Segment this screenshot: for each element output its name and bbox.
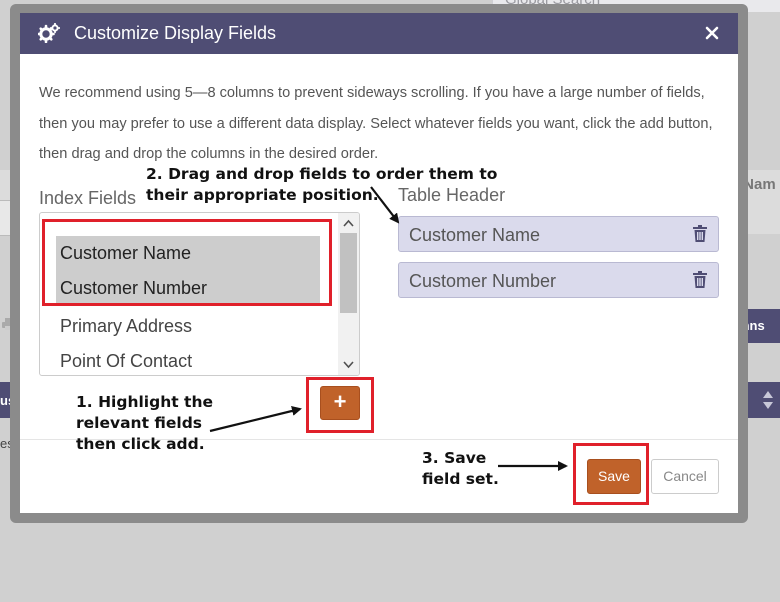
arrow-to-add-button — [209, 406, 302, 433]
annotation-step-3: 3. Save field set. — [422, 448, 499, 490]
annotation-line: field set. — [422, 470, 499, 488]
annotation-line: their appropriate position. — [146, 186, 379, 204]
annotation-line: 1. Highlight the — [76, 393, 214, 411]
annotation-step-1: 1. Highlight the relevant fields then cl… — [76, 392, 213, 455]
annotation-line: 2. Drag and drop fields to order them to — [146, 165, 498, 183]
annotation-arrows — [209, 186, 568, 471]
annotation-step-2: 2. Drag and drop fields to order them to… — [146, 164, 497, 206]
annotation-line: then click add. — [76, 435, 205, 453]
annotation-line: 3. Save — [422, 449, 487, 467]
annotation-line: relevant fields — [76, 414, 203, 432]
